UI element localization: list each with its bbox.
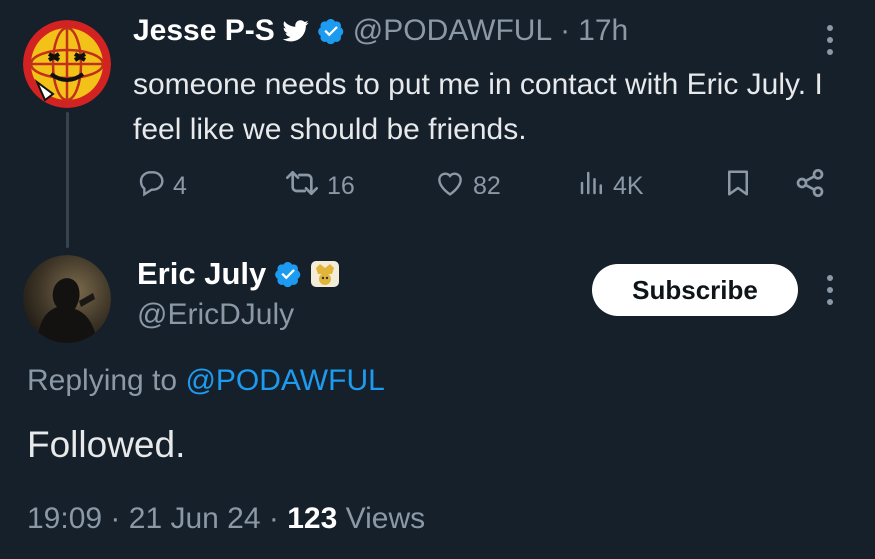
reply-icon xyxy=(135,167,167,206)
separator-dot: · xyxy=(268,502,279,535)
share-icon xyxy=(793,167,827,206)
views-count: 123 xyxy=(287,502,338,535)
avatar-jesse[interactable] xyxy=(23,20,111,108)
retweet-icon xyxy=(283,167,321,206)
affiliate-badge-icon[interactable] xyxy=(310,260,340,288)
author-name[interactable]: Jesse P-S xyxy=(133,14,275,48)
like-button[interactable]: 82 xyxy=(433,166,501,206)
bookmark-button[interactable] xyxy=(723,166,753,206)
like-count: 82 xyxy=(473,171,501,200)
reply-text: Followed. xyxy=(27,424,186,465)
tweet-meta: 19:09 · 21 Jun 24 · 123 Views xyxy=(27,502,425,536)
tweet-header: Jesse P-S @PODAWFUL · 17h xyxy=(133,14,628,48)
reply-button[interactable]: 4 xyxy=(135,166,187,206)
reply-author-name[interactable]: Eric July xyxy=(137,256,266,292)
more-options-icon[interactable] xyxy=(822,272,838,308)
author-handle[interactable]: @PODAWFUL xyxy=(353,14,552,48)
views-chart-icon xyxy=(577,167,607,206)
retweet-button[interactable]: 16 xyxy=(283,166,355,206)
replying-to-mention[interactable]: @PODAWFUL xyxy=(185,364,384,397)
replying-prefix: Replying to xyxy=(27,364,186,397)
twitter-bird-icon xyxy=(282,20,309,42)
heart-icon xyxy=(433,167,467,206)
thread-connector-line xyxy=(66,112,69,248)
tweet-text: someone needs to put me in contact with … xyxy=(133,68,823,146)
subscribe-button[interactable]: Subscribe xyxy=(592,264,798,316)
verified-badge-icon xyxy=(274,260,302,288)
tweet-date[interactable]: 21 Jun 24 xyxy=(129,502,261,535)
views-count: 4K xyxy=(613,171,644,200)
views-label: Views xyxy=(345,502,426,535)
bookmark-icon xyxy=(723,167,753,206)
replying-to-line: Replying to @PODAWFUL xyxy=(27,364,385,398)
tweet-thread: Jesse P-S @PODAWFUL · 17h someone needs … xyxy=(0,0,875,559)
views-button[interactable]: 4K xyxy=(577,166,644,206)
verified-badge-icon xyxy=(317,17,345,45)
separator-dot: · xyxy=(110,502,121,535)
share-button[interactable] xyxy=(793,166,827,206)
reply-author-row: Eric July xyxy=(137,256,340,292)
avatar-eric[interactable] xyxy=(23,255,111,343)
reply-author-handle[interactable]: @EricDJuly xyxy=(137,298,294,332)
reply-count: 4 xyxy=(173,171,187,200)
separator-dot: · xyxy=(560,14,571,47)
retweet-count: 16 xyxy=(327,171,355,200)
tweet-timestamp[interactable]: 19:09 xyxy=(27,502,102,535)
more-options-icon[interactable] xyxy=(822,22,838,58)
tweet-time[interactable]: 17h xyxy=(578,14,628,48)
tweet-action-bar: 4 16 82 4K xyxy=(133,166,833,206)
